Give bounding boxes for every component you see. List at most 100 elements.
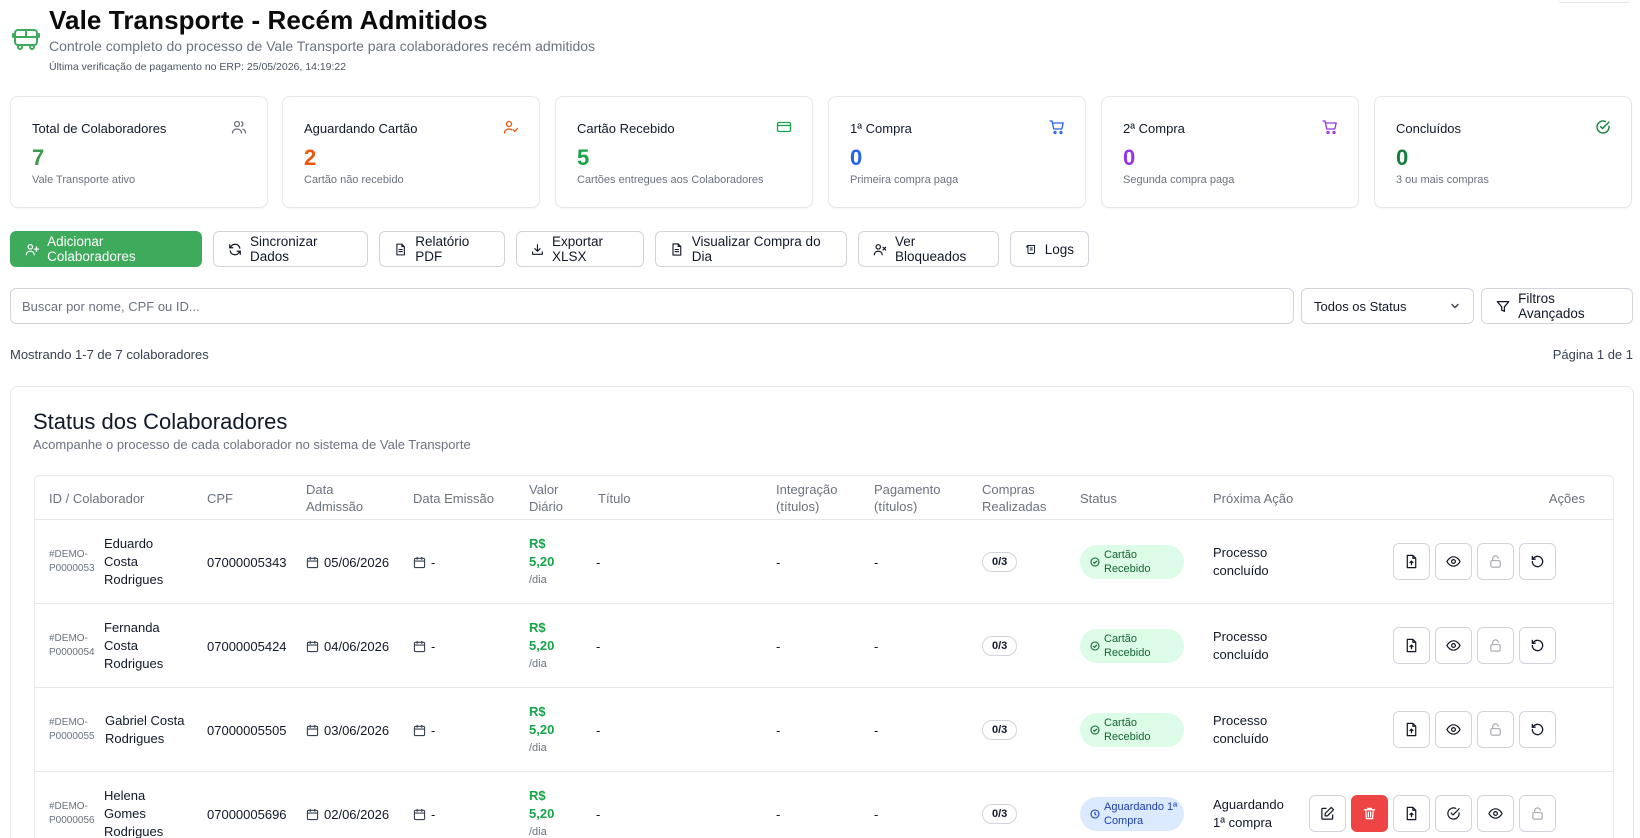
upload-document-button[interactable]: [1393, 795, 1430, 832]
view-button[interactable]: [1435, 711, 1472, 748]
block-button[interactable]: [1477, 627, 1514, 664]
cpf-cell: 07000005505: [207, 722, 287, 738]
calendar-icon: [413, 808, 426, 820]
confirm-button[interactable]: [1435, 795, 1472, 832]
admission-date-cell: 04/06/2026: [306, 604, 389, 688]
top-right-button-edge[interactable]: [1558, 0, 1630, 3]
cpf-cell: 07000005424: [207, 638, 287, 654]
action-toolbar: Adicionar Colaboradores Sincronizar Dado…: [10, 231, 1089, 267]
table-row[interactable]: #DEMO-P0000054 Fernanda Costa Rodrigues …: [35, 604, 1613, 688]
pdf-report-button[interactable]: Relatório PDF: [379, 231, 505, 267]
col-header-next-action: Próxima Ação: [1213, 490, 1294, 506]
logs-button[interactable]: Logs: [1010, 231, 1089, 267]
per-day-label: /dia: [529, 658, 547, 670]
view-blocked-button[interactable]: Ver Bloqueados: [858, 231, 999, 267]
next-action: Processo concluído: [1213, 629, 1269, 662]
daily-value: R$ 5,20/dia: [529, 703, 574, 757]
reset-button[interactable]: [1519, 627, 1556, 664]
collaborator-id: #DEMO-P0000053: [49, 549, 95, 574]
check-circle-icon: [1090, 641, 1100, 651]
stat-desc: Vale Transporte ativo: [32, 174, 136, 186]
refresh-icon: [229, 243, 241, 255]
search-input[interactable]: [10, 288, 1294, 324]
rotate-ccw-icon: [1531, 723, 1544, 736]
advanced-filters-button[interactable]: Filtros Avançados: [1481, 288, 1633, 324]
block-button[interactable]: [1477, 543, 1514, 580]
delete-button[interactable]: [1351, 795, 1388, 832]
stat-value: 5: [577, 145, 590, 170]
status-badge: Cartão Recebido: [1080, 545, 1184, 579]
eye-icon: [1446, 724, 1461, 735]
view-button[interactable]: [1477, 795, 1514, 832]
stat-title: Aguardando Cartão: [304, 121, 418, 136]
stat-title: Cartão Recebido: [577, 121, 675, 136]
file-text-icon: [396, 243, 405, 255]
cpf-cell: 07000005696: [207, 806, 287, 822]
table-row[interactable]: #DEMO-P0000053 Eduardo Costa Rodrigues 0…: [35, 520, 1613, 604]
integration-cell: -: [776, 806, 781, 822]
cart-icon: [1322, 120, 1337, 135]
view-button[interactable]: [1435, 627, 1472, 664]
trash-icon: [1363, 807, 1376, 820]
collaborator-id: #DEMO-P0000055: [49, 717, 95, 742]
check-circle-icon: [1090, 725, 1100, 735]
upload-document-button[interactable]: [1393, 627, 1430, 664]
button-label: Relatório PDF: [415, 234, 470, 264]
export-xlsx-button[interactable]: Exportar XLSX: [516, 231, 644, 267]
emission-date-cell: -: [413, 772, 435, 838]
reset-button[interactable]: [1519, 543, 1556, 580]
table-row[interactable]: #DEMO-P0000056 Helena Gomes Rodrigues 07…: [35, 772, 1613, 838]
upload-document-button[interactable]: [1393, 543, 1430, 580]
button-label: Sincronizar Dados: [250, 234, 318, 264]
upload-document-button[interactable]: [1393, 711, 1430, 748]
view-button[interactable]: [1435, 543, 1472, 580]
emission-date-cell: -: [413, 688, 435, 772]
table-row[interactable]: #DEMO-P0000055 Gabriel Costa Rodrigues 0…: [35, 688, 1613, 772]
stat-desc: Cartões entregues aos Colaboradores: [577, 174, 764, 186]
stat-value: 2: [304, 145, 317, 170]
add-collaborators-button[interactable]: Adicionar Colaboradores: [10, 231, 202, 267]
emission-date: -: [431, 638, 436, 654]
reset-button[interactable]: [1519, 711, 1556, 748]
title-cell: -: [596, 638, 601, 654]
button-label: Exportar XLSX: [551, 234, 603, 264]
stat-desc: Primeira compra paga: [850, 174, 959, 186]
status-badge: Cartão Recebido: [1080, 629, 1184, 663]
payment-cell: -: [874, 554, 879, 570]
emission-date: -: [431, 722, 436, 738]
page-indicator: Página 1 de 1: [1552, 347, 1633, 362]
scroll-icon: [1026, 244, 1035, 254]
file-upload-icon: [1406, 638, 1417, 653]
block-button[interactable]: [1477, 711, 1514, 748]
col-header-payment: Pagamento (títulos): [874, 482, 941, 514]
collaborators-table: ID / Colaborador CPF Data Admissão Data …: [34, 475, 1614, 838]
col-header-cpf: CPF: [207, 490, 233, 506]
lock-icon: [1490, 723, 1501, 736]
stat-title: Total de Colaboradores: [32, 121, 167, 136]
collaborator-name: Gabriel Costa Rodrigues: [105, 713, 185, 746]
admission-date: 04/06/2026: [324, 638, 390, 654]
page-title: Vale Transporte - Recém Admitidos: [49, 5, 488, 35]
filter-icon: [1496, 300, 1510, 312]
edit-button[interactable]: [1309, 795, 1346, 832]
stat-title: 2ª Compra: [1123, 121, 1185, 136]
col-header-actions: Ações: [1548, 490, 1585, 506]
sync-data-button[interactable]: Sincronizar Dados: [213, 231, 368, 267]
check-circle-icon: [1090, 557, 1100, 567]
payment-cell: -: [874, 722, 879, 738]
stat-card-first-purchase: 1ª Compra 0 Primeira compra paga: [828, 96, 1086, 208]
daily-value: R$ 5,20/dia: [529, 787, 574, 838]
bus-icon: [12, 29, 40, 50]
stat-value: 0: [1396, 145, 1409, 170]
user-x-icon: [873, 243, 887, 255]
lock-icon: [1490, 639, 1501, 652]
calendar-icon: [413, 724, 426, 736]
check-circle-icon: [1596, 120, 1610, 134]
block-button[interactable]: [1519, 795, 1556, 832]
user-plus-icon: [25, 243, 40, 255]
col-header-daily-value: Valor Diário: [529, 482, 563, 514]
button-label: Adicionar Colaboradores: [47, 234, 136, 264]
view-daily-purchase-button[interactable]: Visualizar Compra do Dia: [655, 231, 847, 267]
stat-title: Concluídos: [1396, 121, 1462, 136]
status-filter-select[interactable]: Todos os Status: [1301, 288, 1474, 324]
